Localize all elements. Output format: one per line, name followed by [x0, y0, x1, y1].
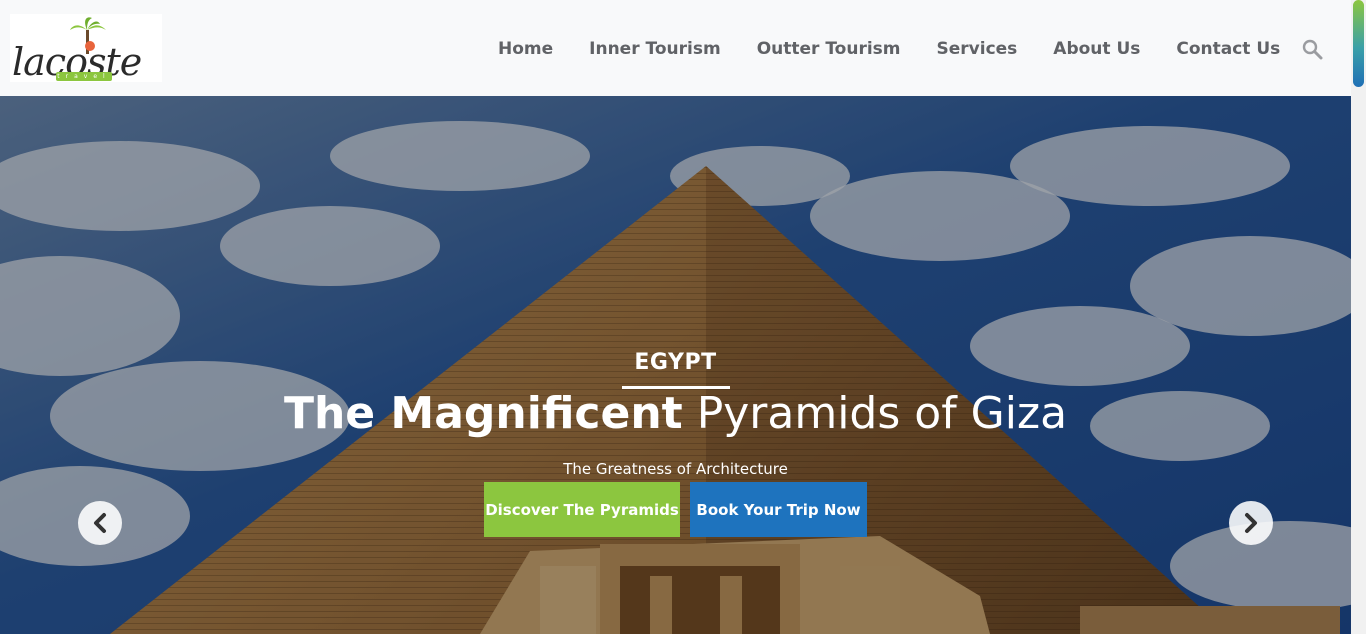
book-trip-button[interactable]: Book Your Trip Now [690, 482, 867, 537]
scrollbar-thumb[interactable] [1353, 0, 1364, 87]
slider-next-button[interactable] [1229, 501, 1273, 545]
hero-slider: EGYPT The Magnificent Pyramids of Giza T… [0, 96, 1351, 634]
hero-headline: The Magnificent Pyramids of Giza [0, 388, 1351, 439]
chevron-left-icon [94, 513, 106, 533]
site-logo[interactable]: lacoste travel [10, 14, 162, 84]
hero-kicker: EGYPT [634, 350, 717, 375]
discover-pyramids-button[interactable]: Discover The Pyramids [484, 482, 680, 537]
site-header: lacoste travel Home Inner Tourism Outter… [0, 0, 1351, 96]
nav-item-home[interactable]: Home [498, 39, 553, 59]
nav-item-inner-tourism[interactable]: Inner Tourism [589, 39, 721, 59]
nav-item-outter-tourism[interactable]: Outter Tourism [757, 39, 901, 59]
headline-light: Pyramids of Giza [696, 388, 1068, 439]
nav-item-about-us[interactable]: About Us [1053, 39, 1140, 59]
logo-tagline: travel [56, 72, 112, 81]
page-scrollbar[interactable] [1351, 0, 1366, 634]
nav-item-services[interactable]: Services [937, 39, 1018, 59]
chevron-right-icon [1245, 513, 1257, 533]
search-icon[interactable] [1301, 38, 1323, 60]
hero-subline: The Greatness of Architecture [563, 460, 788, 478]
headline-strong: The Magnificent [283, 388, 683, 439]
hero-caption: EGYPT The Magnificent Pyramids of Giza T… [0, 96, 1351, 634]
slider-prev-button[interactable] [78, 501, 122, 545]
nav-item-contact-us[interactable]: Contact Us [1176, 39, 1280, 59]
main-nav: Home Inner Tourism Outter Tourism Servic… [498, 36, 1316, 62]
